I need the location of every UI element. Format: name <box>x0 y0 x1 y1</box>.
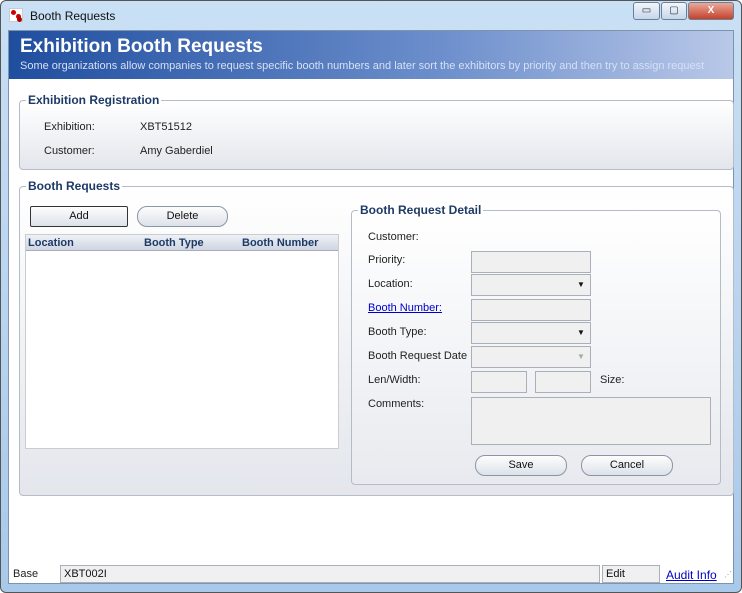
minimize-button[interactable]: ▭ <box>633 2 660 20</box>
group-title: Booth Requests <box>26 179 123 193</box>
cancel-button[interactable]: Cancel <box>581 455 673 476</box>
maximize-button[interactable]: ▢ <box>661 2 687 20</box>
size-label: Size: <box>600 374 625 386</box>
add-button[interactable]: Add <box>30 206 128 227</box>
booth-requests-table[interactable]: Location Booth Type Booth Number <box>25 234 339 449</box>
location-label: Location: <box>368 278 413 290</box>
chevron-down-icon: ▼ <box>573 276 589 294</box>
header-banner: Exhibition Booth Requests Some organizat… <box>9 31 733 79</box>
window: Booth Requests ▭ ▢ X Exhibition Booth Re… <box>0 0 742 593</box>
comments-label: Comments: <box>368 398 425 410</box>
len-width-label: Len/Width: <box>368 374 421 386</box>
resize-grip-icon[interactable]: ⋰ <box>724 570 732 579</box>
save-button[interactable]: Save <box>475 455 567 476</box>
chevron-down-icon: ▼ <box>573 324 589 342</box>
customer-value: Amy Gaberdiel <box>140 145 213 157</box>
booth-number-link[interactable]: Booth Number: <box>368 302 442 314</box>
customer-label: Customer: <box>44 145 95 157</box>
request-date-picker[interactable]: ▼ <box>471 346 591 368</box>
width-input[interactable] <box>535 371 591 393</box>
group-title: Booth Request Detail <box>358 203 484 217</box>
close-button[interactable]: X <box>688 2 734 20</box>
page-subtitle: Some organizations allow companies to re… <box>20 60 705 72</box>
booth-number-input[interactable] <box>471 299 591 321</box>
booth-requests-group: Booth Requests Add Delete Location Booth… <box>19 179 734 496</box>
status-base: Base <box>13 568 39 580</box>
column-location[interactable]: Location <box>28 237 74 249</box>
customer-label: Customer: <box>368 231 419 243</box>
priority-label: Priority: <box>368 254 406 266</box>
booth-request-detail-group: Booth Request Detail Customer: Priority:… <box>351 203 721 485</box>
client-area: Exhibition Booth Requests Some organizat… <box>8 30 734 584</box>
comments-textarea[interactable] <box>471 397 711 445</box>
exhibition-label: Exhibition: <box>44 121 95 133</box>
status-mode: Edit <box>602 565 660 583</box>
chevron-down-icon: ▼ <box>573 348 589 366</box>
exhibition-registration-group: Exhibition Registration Exhibition: XBT5… <box>19 93 734 170</box>
column-booth-number[interactable]: Booth Number <box>242 237 318 249</box>
length-input[interactable] <box>471 371 527 393</box>
delete-button[interactable]: Delete <box>137 206 228 227</box>
request-date-label: Booth Request Date <box>368 350 468 362</box>
booth-type-label: Booth Type: <box>368 326 427 338</box>
audit-info-link[interactable]: Audit Info <box>666 568 717 582</box>
table-header: Location Booth Type Booth Number <box>26 235 338 251</box>
group-title: Exhibition Registration <box>26 93 162 107</box>
exhibition-value: XBT51512 <box>140 121 192 133</box>
status-code: XBT002I <box>60 565 600 583</box>
priority-input[interactable] <box>471 251 591 273</box>
window-title: Booth Requests <box>30 9 116 23</box>
location-select[interactable]: ▼ <box>471 274 591 296</box>
title-bar: Booth Requests ▭ ▢ X <box>1 1 741 29</box>
booth-type-select[interactable]: ▼ <box>471 322 591 344</box>
app-icon <box>9 8 23 22</box>
status-bar: Base XBT002I Edit Audit Info ⋰ <box>8 564 734 584</box>
page-title: Exhibition Booth Requests <box>20 36 263 57</box>
column-booth-type[interactable]: Booth Type <box>144 237 204 249</box>
